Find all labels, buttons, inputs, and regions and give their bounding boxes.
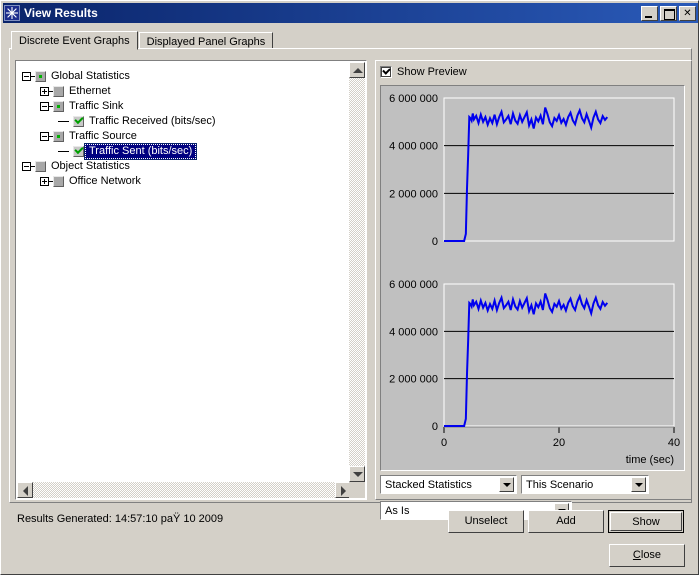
svg-text:0: 0 [441,437,447,449]
scroll-left-button[interactable] [17,482,33,498]
show-button[interactable]: Show [608,510,684,533]
scroll-up-button[interactable] [349,62,365,78]
tree-node-label: Traffic Received (bits/sec) [89,115,216,127]
tree-checkbox-unchecked[interactable] [53,176,64,187]
tree-node-label: Global Statistics [51,70,130,82]
unselect-button[interactable]: Unselect [448,510,524,533]
tree-node-label: Traffic Sink [69,100,124,112]
tree-node-label: Traffic Source [69,130,137,142]
tree-node[interactable]: Traffic Sent (bits/sec) [17,143,351,160]
tree-checkbox-unchecked[interactable] [35,161,46,172]
chevron-down-icon[interactable] [499,477,514,492]
stacked-statistics-value: Stacked Statistics [385,478,472,491]
window-title: View Results [24,6,98,20]
show-preview-checkbox[interactable] [380,66,392,78]
results-generated-status: Results Generated: 14:57:10 paŸ 10 2009 [17,513,224,525]
tree-node-label: Object Statistics [51,160,130,172]
tree-checkbox-unchecked[interactable] [53,86,64,97]
tree-node[interactable]: Ethernet [17,84,351,99]
collapse-icon[interactable] [22,162,31,171]
preview-panel: Show Preview 0 2 000 000 4 000 000 6 000 00… [375,60,692,520]
close-button-label: Close [632,549,662,561]
scrollbar-corner [349,482,365,498]
scenario-value: This Scenario [526,478,594,491]
collapse-icon[interactable] [22,72,31,81]
window-controls: ✕ [641,5,696,21]
tree-node[interactable]: Traffic Received (bits/sec) [17,114,351,129]
tree-checkbox-checked[interactable] [73,146,84,157]
chart-svg: 0 2 000 000 4 000 000 6 000 000 [381,88,684,278]
tree-checkbox-partial[interactable] [35,71,46,82]
statistics-tree[interactable]: Global Statistics Ethernet Traffic Sink Tra… [15,60,367,500]
title-bar: View Results ✕ [3,3,698,23]
tree-content: Global Statistics Ethernet Traffic Sink Tra… [17,62,351,482]
maximize-button[interactable] [660,5,677,21]
tree-connector [58,120,69,123]
tree-checkbox-checked[interactable] [73,116,84,127]
collapse-icon[interactable] [40,132,49,141]
tree-node[interactable]: Global Statistics [17,69,351,84]
svg-text:time (sec): time (sec) [626,454,674,466]
close-button[interactable]: ✕ [679,5,696,21]
tree-node[interactable]: Office Network [17,174,351,189]
svg-text:0: 0 [432,236,438,248]
preview-chart-bottom: 0 2 000 000 4 000 000 6 000 000 0 20 40 time (s… [381,278,686,468]
vscroll-track[interactable] [349,78,365,466]
chevron-down-icon[interactable] [631,477,646,492]
tree-checkbox-partial[interactable] [53,101,64,112]
show-preview-label: Show Preview [397,66,467,78]
preview-graphs: 0 2 000 000 4 000 000 6 000 000 0 2 000 000 4… [380,85,685,471]
chart-svg: 0 2 000 000 4 000 000 6 000 000 0 20 40 time (s… [381,278,684,468]
svg-text:40: 40 [668,437,680,449]
preview-chart-top: 0 2 000 000 4 000 000 6 000 000 [381,88,686,278]
tree-node-label: Office Network [69,175,141,187]
tree-connector [58,150,69,153]
starburst-icon [4,5,20,21]
scenario-dropdown[interactable]: This Scenario [521,475,649,494]
svg-text:6 000 000: 6 000 000 [389,93,438,105]
tab-discrete-event-graphs[interactable]: Discrete Event Graphs [11,31,138,50]
show-button-label: Show [610,512,682,531]
tree-vertical-scrollbar[interactable] [349,62,365,482]
tree-node[interactable]: Traffic Sink [17,99,351,114]
svg-text:20: 20 [553,437,565,449]
hscroll-track[interactable] [33,482,335,498]
minimize-button[interactable] [641,5,658,21]
svg-text:6 000 000: 6 000 000 [389,279,438,291]
add-button[interactable]: Add [528,510,604,533]
view-results-window: View Results ✕ Discrete Event Graphs Dis… [0,0,699,575]
tree-horizontal-scrollbar[interactable] [17,482,351,498]
scroll-down-button[interactable] [349,466,365,482]
show-preview-row[interactable]: Show Preview [380,66,467,78]
close-button-bottom[interactable]: Close [609,544,685,567]
svg-text:0: 0 [432,421,438,433]
svg-text:2 000 000: 2 000 000 [389,188,438,200]
svg-text:2 000 000: 2 000 000 [389,374,438,386]
dropdown-row-1: Stacked Statistics This Scenario [380,475,685,494]
stacked-statistics-dropdown[interactable]: Stacked Statistics [380,475,517,494]
tree-node-label: Ethernet [69,85,111,97]
tree-node-label: Traffic Sent (bits/sec) [84,143,198,160]
tree-node[interactable]: Object Statistics [17,159,351,174]
tree-node[interactable]: Traffic Source [17,129,351,144]
svg-text:4 000 000: 4 000 000 [389,326,438,338]
expand-icon[interactable] [40,177,49,186]
collapse-icon[interactable] [40,102,49,111]
svg-text:4 000 000: 4 000 000 [389,141,438,153]
expand-icon[interactable] [40,87,49,96]
tree-checkbox-partial[interactable] [53,131,64,142]
